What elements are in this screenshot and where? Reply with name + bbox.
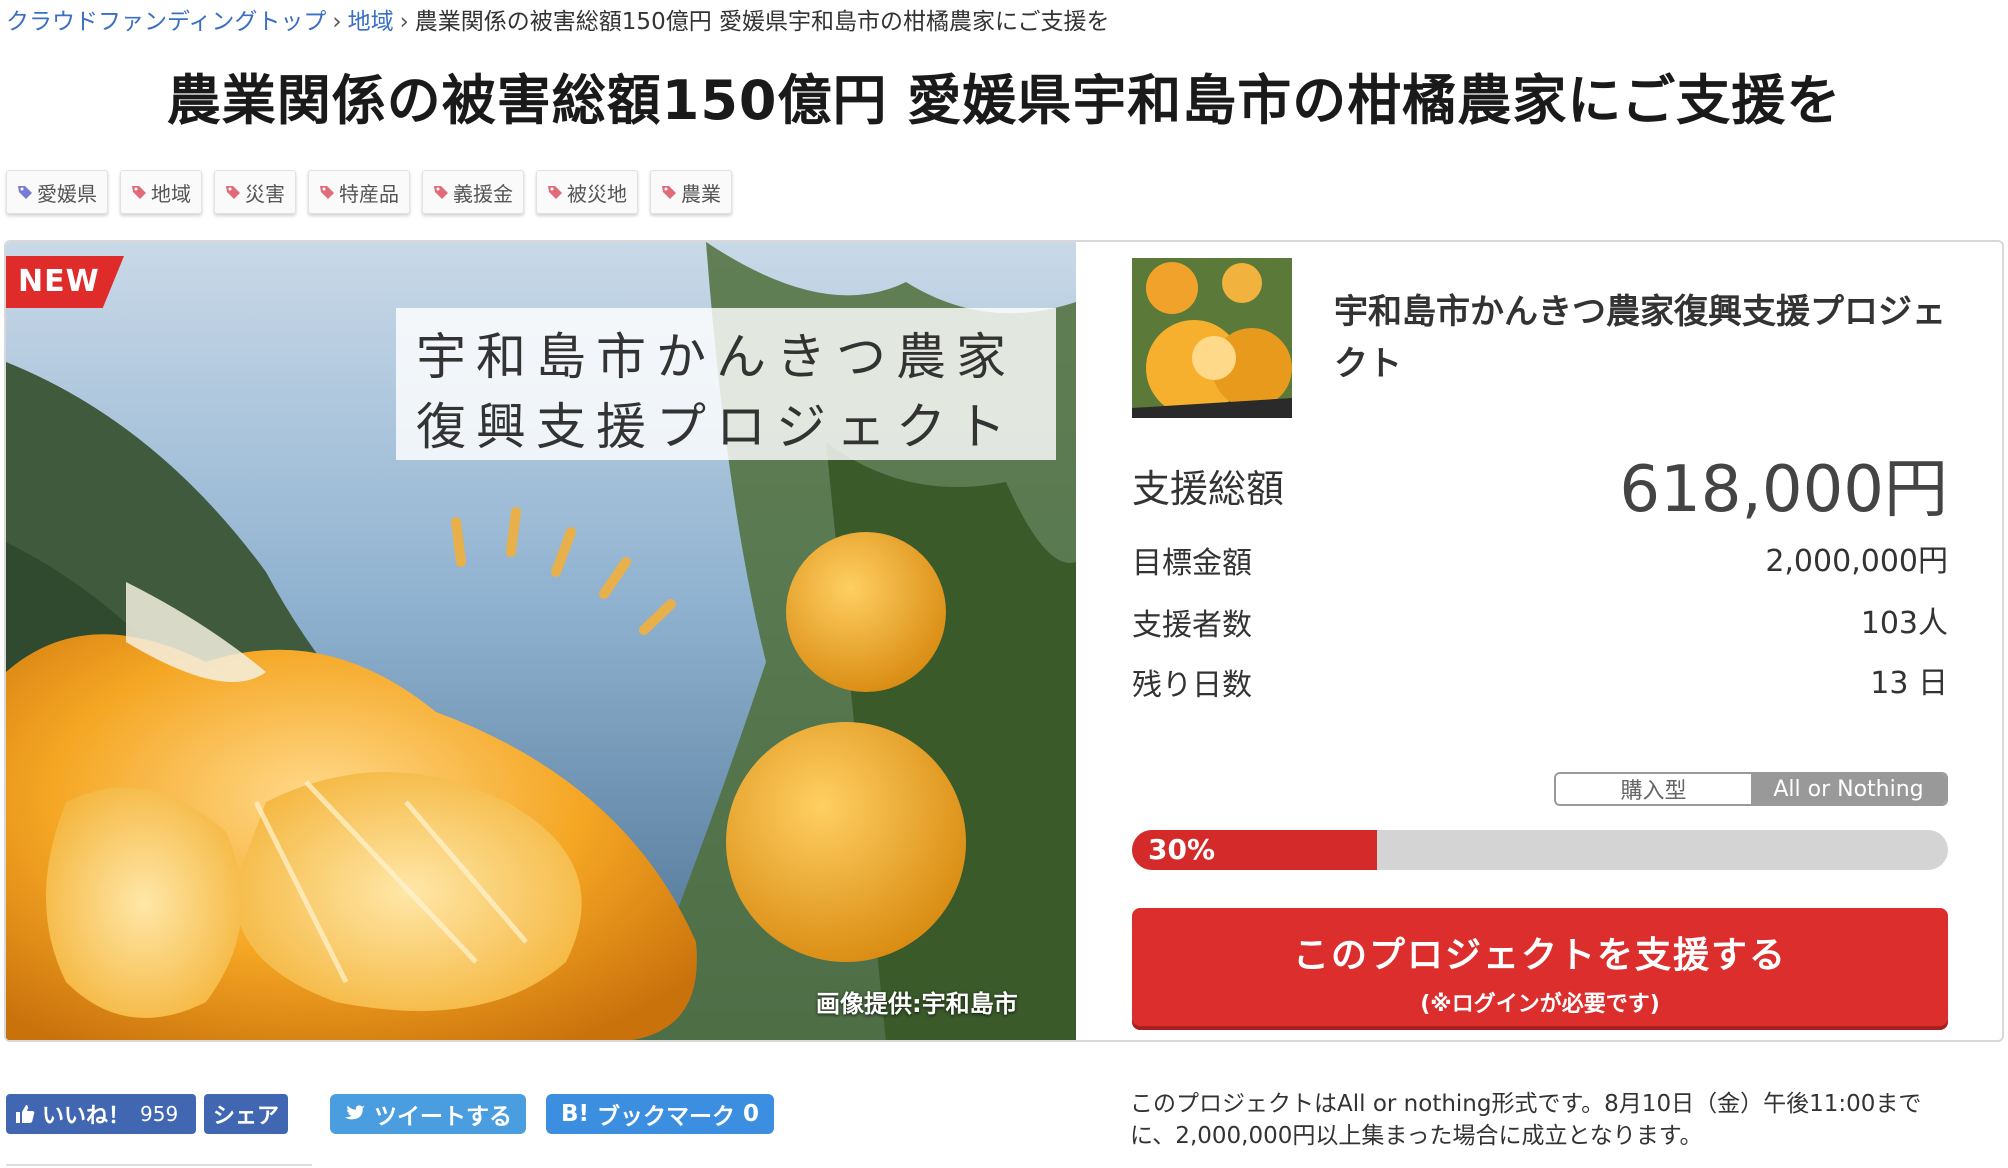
hatena-count: 0 <box>743 1101 760 1127</box>
tag-disaster-area[interactable]: 被災地 <box>536 170 638 214</box>
breadcrumb-link-top[interactable]: クラウドファンディングトップ <box>6 9 326 35</box>
funding-rule-note: このプロジェクトはAll or nothing形式です。8月10日（金）午後11… <box>1130 1091 1922 1149</box>
tag-icon <box>132 186 146 199</box>
tag-disaster[interactable]: 災害 <box>214 170 296 214</box>
breadcrumb-separator: › <box>332 9 342 35</box>
support-button-label: このプロジェクトを支援する <box>1292 935 1787 976</box>
project-card: NEW 宇和島市かんきつ農家 復興支援プロジェクト 画像提供:宇和島市 宇和島市… <box>4 240 2004 1042</box>
funding-progress-fill: 30% <box>1132 830 1377 870</box>
image-credit: 画像提供:宇和島市 <box>816 990 1018 1018</box>
supporters-value: 103人 <box>1860 606 1948 641</box>
tweet-label: ツイートする <box>374 1104 512 1130</box>
tag-icon <box>548 186 562 199</box>
goal-amount-label: 目標金額 <box>1132 546 1252 581</box>
funding-type-indicator: 購入型 All or Nothing <box>1554 772 1948 806</box>
tag-label: 愛媛県 <box>37 181 97 206</box>
tag-icon <box>226 186 240 199</box>
funding-type-purchase: 購入型 <box>1556 774 1751 804</box>
supporters-label: 支援者数 <box>1132 608 1252 643</box>
funding-type-all-or-nothing: All or Nothing <box>1751 774 1946 804</box>
thumbs-up-icon <box>16 1105 35 1123</box>
hero-caption: 宇和島市かんきつ農家 復興支援プロジェクト <box>396 308 1056 460</box>
tag-agriculture[interactable]: 農業 <box>650 170 732 214</box>
breadcrumb: クラウドファンディングトップ › 地域 › 農業関係の被害総額150億円 愛媛県宇和島市… <box>6 2 1110 36</box>
tag-label: 特産品 <box>339 181 399 206</box>
tag-ehime[interactable]: 愛媛県 <box>6 170 108 214</box>
tag-label: 地域 <box>151 181 191 206</box>
facebook-share-button[interactable]: シェア <box>204 1094 288 1134</box>
days-left-label: 残り日数 <box>1132 668 1252 703</box>
page-title: 農業関係の被害総額150億円 愛媛県宇和島市の柑橘農家にご支援を <box>166 69 1842 132</box>
tag-label: 被災地 <box>567 181 627 206</box>
breadcrumb-separator: › <box>399 9 409 35</box>
divider <box>6 1164 312 1166</box>
support-button-note: (※ログインが必要です) <box>1420 992 1660 1017</box>
tag-label: 農業 <box>681 181 721 206</box>
citrus-thumbnail <box>1132 258 1292 418</box>
breadcrumb-link-region[interactable]: 地域 <box>348 9 394 35</box>
hero-caption-line2: 復興支援プロジェクト <box>416 398 1016 456</box>
hatena-b-icon: B! <box>560 1101 589 1127</box>
tag-region[interactable]: 地域 <box>120 170 202 214</box>
tag-label: 災害 <box>245 181 285 206</box>
tag-donation[interactable]: 義援金 <box>422 170 524 214</box>
tag-icon <box>434 186 448 199</box>
tag-icon <box>18 186 32 199</box>
facebook-like-button[interactable]: いいね！ 959 <box>6 1094 196 1134</box>
tag-icon <box>662 186 676 199</box>
breadcrumb-current: 農業関係の被害総額150億円 愛媛県宇和島市の柑橘農家にご支援を <box>414 9 1110 35</box>
project-name[interactable]: 宇和島市かんきつ農家復興支援プロジェクト <box>1334 286 1974 390</box>
like-label: いいね！ <box>42 1104 131 1129</box>
like-count: 959 <box>140 1102 179 1126</box>
hero-image[interactable]: NEW 宇和島市かんきつ農家 復興支援プロジェクト 画像提供:宇和島市 <box>6 242 1076 1040</box>
support-project-button[interactable]: このプロジェクトを支援する (※ログインが必要です) <box>1132 908 1948 1026</box>
funding-progress-bar: 30% <box>1132 830 1948 870</box>
total-amount-value: 618,000円 <box>1619 453 1948 527</box>
tag-list: 愛媛県 地域 災害 特産品 義援金 被災地 農業 <box>6 170 732 214</box>
hero-caption-line1: 宇和島市かんきつ農家 <box>416 328 1016 386</box>
hatena-label: ブックマーク <box>597 1104 735 1130</box>
goal-amount-value: 2,000,000円 <box>1765 544 1948 579</box>
twitter-bird-icon <box>344 1105 366 1120</box>
tag-label: 義援金 <box>453 181 513 206</box>
funding-progress-label: 30% <box>1148 833 1216 866</box>
tag-specialty[interactable]: 特産品 <box>308 170 410 214</box>
project-summary-panel: 宇和島市かんきつ農家復興支援プロジェクト 支援総額 618,000円 目標金額 … <box>1076 242 2002 1040</box>
total-amount-label: 支援総額 <box>1132 467 1285 511</box>
hatena-bookmark-button[interactable]: B! ブックマーク 0 <box>546 1094 774 1134</box>
tweet-button[interactable]: ツイートする <box>330 1094 526 1134</box>
tag-icon <box>320 186 334 199</box>
days-left-value: 13 日 <box>1870 666 1948 701</box>
facebook-buttons: いいね！ 959 シェア <box>6 1094 288 1134</box>
project-thumbnail[interactable] <box>1132 258 1292 418</box>
